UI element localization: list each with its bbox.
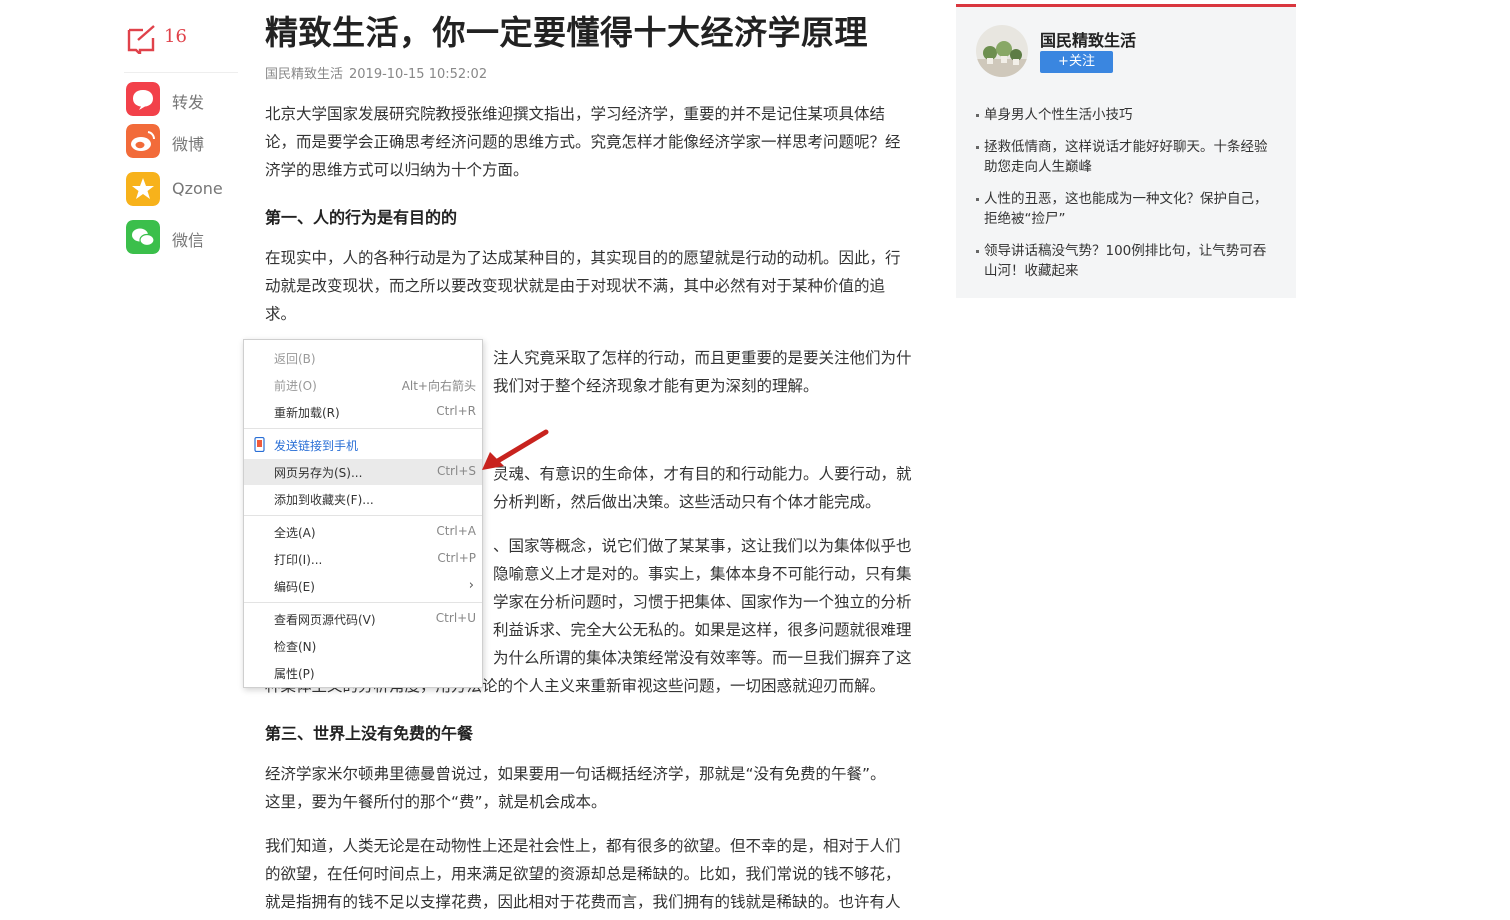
menu-item-shortcut: Ctrl+S (436, 464, 476, 478)
section-heading: 第三、世界上没有免费的午餐 (265, 724, 474, 743)
share-weibo-label: 微博 (172, 135, 205, 154)
comment-count: 16 (164, 26, 187, 47)
menu-item-view-source[interactable]: 查看网页源代码(V) Ctrl+U (244, 606, 482, 632)
paragraph-line: 我们知道，人类无论是在动物性上还是社会性上，都有很多的欲望。但不幸的是，相对于人… (265, 837, 901, 855)
paragraph-line: 北京大学国家发展研究院教授张维迎撰文指出，学习经济学，重要的并不是记住某项具体结 (265, 105, 886, 123)
share-wechat-label: 微信 (172, 231, 205, 250)
share-repost[interactable]: 转发 (124, 82, 244, 116)
qzone-icon (126, 172, 160, 206)
related-article-link[interactable]: 单身男人个性生活小技巧 (976, 105, 1278, 125)
share-weibo[interactable]: 微博 (124, 124, 244, 158)
related-article-link[interactable]: 领导讲话稿没气势？100例排比句，让气势可吞山河！收藏起来 (976, 241, 1278, 281)
follow-button[interactable]: +关注 (1040, 51, 1113, 73)
menu-item-label: 发送链接到手机 (274, 439, 359, 453)
chevron-right-icon: › (468, 578, 474, 593)
repost-icon (126, 82, 160, 116)
wechat-icon (126, 220, 160, 254)
annotation-arrow-icon (482, 429, 549, 470)
menu-item-encoding[interactable]: 编码(E) › (244, 573, 482, 599)
paragraph-line: 求。 (265, 305, 297, 323)
menu-item-properties[interactable]: 属性(P) (244, 660, 482, 686)
menu-item-inspect[interactable]: 检查(N) (244, 633, 482, 659)
menu-item-label: 网页另存为(S)... (274, 466, 363, 480)
share-column: 16 转发 微博 Qzone 微信 (124, 20, 238, 254)
section-heading: 第一、人的行为是有目的的 (265, 208, 458, 227)
paragraph-line: 就是指拥有的钱不足以支撑花费，因此相对于花费而言，我们拥有的钱就是稀缺的。也许有… (265, 893, 901, 911)
sidebar-author-name[interactable]: 国民精致生活 (1040, 27, 1136, 51)
article-paragraph: 注人究竟采取了怎样的行动，而且更重要的是要关注他们为什 我们对于整个经济现象才能… (493, 344, 925, 400)
menu-item-shortcut: Ctrl+A (436, 524, 476, 538)
related-articles-list: 单身男人个性生活小技巧 拯救低情商，这样说话才能好好聊天。十条经验助您走向人生巅… (976, 105, 1278, 293)
share-qzone[interactable]: Qzone (124, 172, 244, 206)
article-paragraph: 经济学家米尔顿弗里德曼曾说过，如果要用一句话概括经济学，那就是“没有免费的午餐”… (265, 760, 925, 816)
article-paragraph: 北京大学国家发展研究院教授张维迎撰文指出，学习经济学，重要的并不是记住某项具体结… (265, 100, 925, 184)
send-to-phone-icon (254, 437, 265, 452)
article-author[interactable]: 国民精致生活 (265, 67, 343, 82)
menu-item-add-bookmark[interactable]: 添加到收藏夹(F)... (244, 486, 482, 512)
menu-item-label: 打印(I)... (274, 553, 323, 567)
paragraph-line: 在现实中，人的各种行动是为了达成某种目的，其实现目的的愿望就是行动的动机。因此，… (265, 249, 901, 267)
menu-item-label: 属性(P) (274, 667, 315, 681)
comment-counter[interactable]: 16 (124, 20, 238, 73)
menu-item-label: 编码(E) (274, 580, 315, 594)
menu-item-label: 检查(N) (274, 640, 317, 654)
article-title: 精致生活，你一定要懂得十大经济学原理 (265, 13, 868, 52)
article-paragraph: 灵魂、有意识的生命体，才有目的和行动能力。人要行动，就 分析判断，然后做出决策。… (493, 460, 925, 516)
menu-item-reload[interactable]: 重新加载(R) Ctrl+R (244, 399, 482, 425)
article-paragraph: 我们知道，人类无论是在动物性上还是社会性上，都有很多的欲望。但不幸的是，相对于人… (265, 832, 925, 916)
menu-item-shortcut: Ctrl+R (436, 404, 476, 418)
paragraph-line: 动就是改变现状，而之所以要改变现状就是由于对现状不满，其中必然有对于某种价值的追 (265, 277, 886, 295)
paragraph-line: 注人究竟采取了怎样的行动，而且更重要的是要关注他们为什 (493, 349, 912, 367)
menu-item-label: 返回(B) (274, 352, 316, 366)
menu-item-forward[interactable]: 前进(O) Alt+向右箭头 (244, 372, 482, 398)
paragraph-line: 经济学家米尔顿弗里德曼曾说过，如果要用一句话概括经济学，那就是“没有免费的午餐”… (265, 765, 886, 783)
menu-item-select-all[interactable]: 全选(A) Ctrl+A (244, 519, 482, 545)
menu-separator (244, 602, 482, 603)
author-sidebar: 国民精致生活 +关注 单身男人个性生活小技巧 拯救低情商，这样说话才能好好聊天。… (956, 4, 1296, 298)
related-article-link[interactable]: 人性的丑恶，这也能成为一种文化？保护自己，拒绝被“捡尸” (976, 189, 1278, 229)
context-menu: 返回(B) 前进(O) Alt+向右箭头 重新加载(R) Ctrl+R 发送链接… (243, 339, 483, 688)
menu-separator (244, 428, 482, 429)
related-article-link[interactable]: 拯救低情商，这样说话才能好好聊天。十条经验助您走向人生巅峰 (976, 137, 1278, 177)
article-paragraph: 在现实中，人的各种行动是为了达成某种目的，其实现目的的愿望就是行动的动机。因此，… (265, 244, 925, 328)
menu-item-shortcut: Ctrl+U (435, 611, 476, 625)
menu-separator (244, 515, 482, 516)
paragraph-line: 我们对于整个经济现象才能有更为深刻的理解。 (493, 377, 819, 395)
paragraph-line: 灵魂、有意识的生命体，才有目的和行动能力。人要行动，就 (493, 465, 912, 483)
share-wechat[interactable]: 微信 (124, 220, 244, 254)
comment-icon (127, 25, 155, 54)
menu-item-label: 添加到收藏夹(F)... (274, 493, 374, 507)
menu-item-back[interactable]: 返回(B) (244, 345, 482, 371)
menu-item-label: 前进(O) (274, 379, 317, 393)
article-datetime: 2019-10-15 10:52:02 (349, 67, 488, 82)
menu-item-label: 查看网页源代码(V) (274, 613, 376, 627)
author-avatar[interactable] (976, 25, 1028, 77)
paragraph-line: 济学的思维方式可以归纳为十个方面。 (265, 161, 529, 179)
paragraph-line: 论，而是要学会正确思考经济问题的思维方式。究竟怎样才能像经济学家一样思考问题呢？… (265, 133, 901, 151)
share-qzone-label: Qzone (172, 179, 223, 198)
menu-item-shortcut: Ctrl+P (437, 551, 476, 565)
paragraph-line: 的欲望，在任何时间点上，用来满足欲望的资源却总是稀缺的。比如，我们常说的钱不够花… (265, 865, 901, 883)
menu-item-save-as[interactable]: 网页另存为(S)... Ctrl+S (244, 459, 482, 485)
menu-item-label: 重新加载(R) (274, 406, 340, 420)
paragraph-line: 分析判断，然后做出决策。这些活动只有个体才能完成。 (493, 493, 881, 511)
paragraph-line: 这里，要为午餐所付的那个“费”，就是机会成本。 (265, 793, 607, 811)
article-meta: 国民精致生活 2019-10-15 10:52:02 (265, 63, 487, 82)
menu-item-shortcut: Alt+向右箭头 (401, 379, 476, 393)
menu-item-label: 全选(A) (274, 526, 316, 540)
weibo-icon (126, 124, 160, 158)
menu-item-send-to-phone[interactable]: 发送链接到手机 (244, 432, 482, 458)
share-repost-label: 转发 (172, 93, 205, 112)
menu-item-print[interactable]: 打印(I)... Ctrl+P (244, 546, 482, 572)
